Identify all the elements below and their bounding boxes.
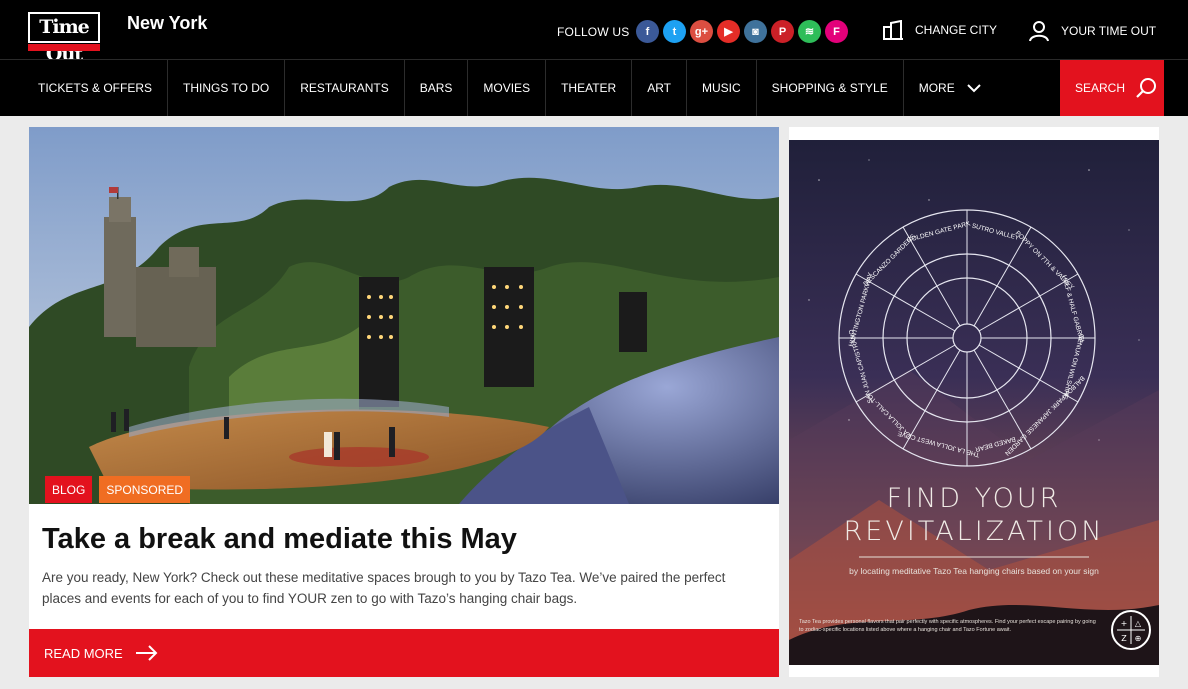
svg-text:+: + — [1121, 619, 1128, 628]
youtube-icon[interactable]: ▶ — [717, 20, 740, 43]
nav-item-bars[interactable]: BARS — [405, 60, 469, 116]
tag-badges: BLOG SPONSORED — [45, 476, 191, 503]
your-time-out-link[interactable]: YOUR TIME OUT — [1028, 20, 1156, 42]
tazo-tea-ad[interactable]: SUTRO VALLEY POPPY ON 7TH & VALLEY HALF … — [789, 140, 1159, 665]
ad-fine-print: Tazo Tea provides personal flavors that … — [799, 619, 1096, 633]
user-icon — [1029, 21, 1049, 42]
foursquare-icon[interactable]: F — [825, 20, 848, 43]
nav-item-more[interactable]: MORE — [904, 60, 996, 116]
logo-underline — [28, 44, 100, 51]
ad-headline-line-2: REVITALIZATION — [843, 516, 1105, 547]
change-city-link[interactable]: CHANGE CITY — [882, 20, 997, 40]
ad-headline-line-1: FIND YOUR — [886, 483, 1062, 514]
tazo-emblem-icon: + △ Z ⊕ — [1111, 610, 1151, 650]
main-nav: TICKETS & OFFERS THINGS TO DO RESTAURANT… — [0, 59, 1188, 116]
your-time-out-label: YOUR TIME OUT — [1061, 24, 1157, 38]
nav-item-shopping-style[interactable]: SHOPPING & STYLE — [757, 60, 904, 116]
blog-badge[interactable]: BLOG — [45, 476, 93, 503]
zodiac-wheel-labels: SUTRO VALLEY POPPY ON 7TH & VALLEY HALF … — [848, 220, 1086, 458]
chevron-down-icon — [967, 83, 981, 92]
nav-items: TICKETS & OFFERS THINGS TO DO RESTAURANT… — [23, 60, 996, 116]
spotify-icon[interactable]: ≋ — [798, 20, 821, 43]
svg-text:Z: Z — [1121, 634, 1127, 643]
svg-text:⊕: ⊕ — [1135, 634, 1142, 643]
hero-image-shakespeare-in-the-park[interactable] — [29, 127, 779, 504]
nav-item-art[interactable]: ART — [632, 60, 687, 116]
nav-item-restaurants[interactable]: RESTAURANTS — [285, 60, 405, 116]
logo-wordmark: Time Out — [28, 12, 100, 65]
facebook-icon[interactable]: f — [636, 20, 659, 43]
nav-item-tickets-offers[interactable]: TICKETS & OFFERS — [23, 60, 169, 116]
search-button[interactable]: SEARCH — [1060, 60, 1164, 116]
article-summary: Are you ready, New York? Check out these… — [42, 570, 726, 606]
follow-us-label: FOLLOW US — [557, 25, 630, 39]
twitter-icon[interactable]: t — [663, 20, 686, 43]
city-building-icon — [883, 20, 903, 40]
pinterest-icon[interactable]: P — [771, 20, 794, 43]
nav-item-things-to-do[interactable]: THINGS TO DO — [168, 60, 286, 116]
google-plus-icon[interactable]: g+ — [690, 20, 713, 43]
svg-text:△: △ — [1135, 619, 1142, 628]
nav-item-movies[interactable]: MOVIES — [468, 60, 547, 116]
search-label: SEARCH — [1075, 81, 1126, 95]
article-headline[interactable]: Take a break and mediate this May — [42, 523, 517, 556]
nav-item-theater[interactable]: THEATER — [546, 60, 633, 116]
nav-more-label: MORE — [918, 81, 955, 95]
search-icon — [1136, 78, 1157, 98]
wheel-label: SUTRO VALLEY — [971, 223, 1020, 243]
instagram-icon[interactable]: ◙ — [744, 20, 767, 43]
arrow-right-icon — [135, 645, 158, 661]
ad-subline: by locating meditative Tazo Tea hanging … — [849, 566, 1099, 576]
read-more-button[interactable]: READ MORE — [29, 629, 779, 677]
wheel-label: BALBOA PARK JAPANESE GARDEN — [1003, 374, 1086, 457]
nav-item-music[interactable]: MUSIC — [687, 60, 757, 116]
sponsored-badge: SPONSORED — [99, 476, 191, 503]
wheel-label: GOLDEN GATE PARK — [906, 220, 972, 244]
city-name[interactable]: New York — [127, 13, 207, 34]
read-more-label: READ MORE — [44, 645, 123, 661]
time-out-logo[interactable]: Time Out — [28, 12, 100, 65]
feature-card: BLOG SPONSORED Take a break and mediate … — [29, 127, 779, 677]
ad-headline: FIND YOUR REVITALIZATION — [789, 482, 1159, 548]
advertisement-frame: SUTRO VALLEY POPPY ON 7TH & VALLEY HALF … — [789, 127, 1159, 677]
change-city-label: CHANGE CITY — [915, 23, 998, 37]
social-links: f t g+ ▶ ◙ P ≋ F — [636, 20, 848, 43]
theater-photo — [29, 127, 779, 504]
top-bar: Time Out New York FOLLOW US f t g+ ▶ ◙ P ≋ F CH… — [0, 0, 1188, 65]
